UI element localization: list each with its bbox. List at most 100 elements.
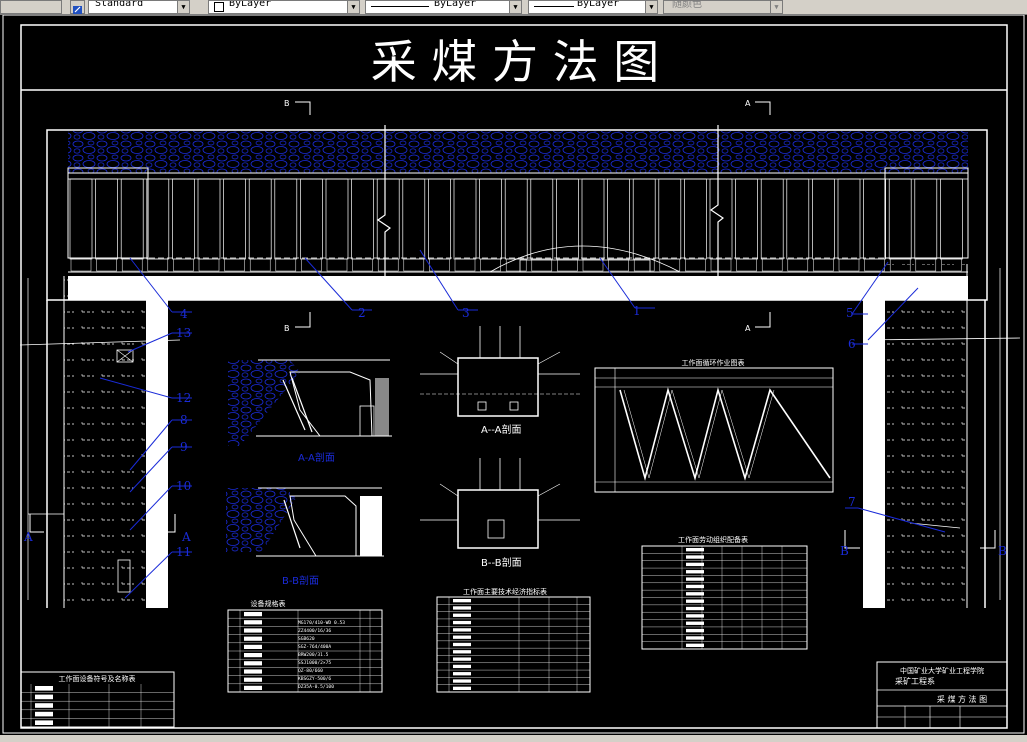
table-cell-text [453, 606, 471, 610]
hydraulic-support [274, 178, 298, 260]
section-b-small-label: B-B剖面 [282, 574, 319, 587]
hydraulic-support [300, 178, 323, 260]
conveyor-strip [68, 276, 968, 300]
table-cell-text [686, 548, 704, 552]
support-base [147, 258, 169, 272]
lineweight-value: ByLayer [577, 0, 620, 9]
hydraulic-support [837, 178, 861, 260]
table-cell-text [686, 584, 704, 589]
labor-table-title: 工作面劳动组织配备表 [678, 535, 748, 544]
support-base [224, 258, 245, 272]
hydraulic-support [632, 178, 656, 260]
drawing-canvas[interactable]: 采 煤 方 法 图 B B A A 1 2 3 4 5 6 7 8 9 10 1… [0, 15, 1027, 735]
callout-9: 9 [180, 440, 188, 454]
support-row [69, 178, 963, 272]
layer-color-dropdown[interactable]: ByLayer ▼ [208, 0, 360, 14]
hydraulic-support [479, 178, 502, 260]
table-cell-text [453, 664, 471, 669]
line-sample [534, 6, 574, 7]
table-cell-text [686, 614, 704, 618]
support-base [198, 258, 220, 272]
callout-6: 6 [848, 337, 856, 351]
chevron-down-icon: ▼ [645, 1, 657, 13]
callout-2: 2 [358, 306, 366, 320]
table-cell-text [453, 628, 471, 632]
equipment-table-title: 设备规格表 [251, 599, 286, 608]
support-base [813, 258, 834, 272]
title-block-drawing-name: 采 煤 方 法 图 [937, 694, 987, 704]
hydraulic-support [172, 178, 195, 260]
table-cell-text [244, 644, 262, 649]
support-base [377, 258, 399, 272]
table-cell-text [244, 677, 262, 682]
hydraulic-support [786, 178, 810, 260]
table-cell-text [453, 679, 471, 683]
marker-b-bottom-left: B [284, 324, 290, 333]
hydraulic-support [223, 178, 246, 260]
support-base [659, 258, 681, 272]
table-cell-text [453, 672, 471, 676]
hydraulic-support [325, 178, 349, 260]
right-roadway [862, 264, 1021, 608]
table-cell-text [244, 669, 262, 674]
end-support-right [884, 167, 969, 259]
section-letter-b-left: B [840, 544, 849, 558]
hydraulic-support [914, 178, 938, 260]
table-cell-text [453, 686, 471, 690]
title-block: 中国矿业大学矿业工程学院 采矿工程系 采 煤 方 法 图 [876, 661, 1008, 729]
support-base [838, 258, 860, 272]
end-support-left [67, 167, 149, 259]
title-block-dept: 采矿工程系 [895, 676, 935, 686]
hydraulic-support [248, 178, 272, 260]
plot-style-dropdown[interactable]: 随颜色 ▼ [663, 0, 783, 14]
linetype-dropdown[interactable]: ByLayer ▼ [365, 0, 522, 14]
table-cell-text [244, 612, 262, 617]
callout-13: 13 [176, 326, 191, 340]
support-base [761, 258, 783, 272]
hydraulic-support [760, 178, 784, 260]
chevron-down-icon: ▼ [509, 1, 521, 13]
callout-12: 12 [176, 391, 191, 405]
support-base [582, 258, 604, 272]
section-letter-a-right: A [181, 530, 191, 544]
roadway-section-bb [420, 458, 580, 549]
table-cell-text [244, 685, 262, 690]
roadway-section-aa [420, 326, 580, 417]
support-base [173, 258, 194, 272]
table-cell-text [686, 562, 704, 567]
table-cell-text [244, 628, 262, 633]
support-base [864, 258, 885, 272]
table-cell-text [686, 577, 704, 581]
equipment-model: SGZ-764/400A [298, 644, 331, 650]
table-cell-text [686, 606, 704, 611]
table-cell-text [453, 657, 471, 661]
hydraulic-support [376, 178, 400, 260]
text-style-icon[interactable] [70, 0, 85, 14]
equipment-model: SGB620 [298, 636, 315, 642]
marker-a-top-right: A [745, 99, 751, 108]
support-base [685, 258, 706, 272]
equipment-models: MG170/410-WD 0.53 ZZ4400/16/36 SGB620 SG… [298, 620, 345, 690]
equipment-model: KBSGZY-500/6 [298, 676, 331, 682]
support-base [249, 258, 271, 272]
color-value: ByLayer [229, 0, 272, 9]
title-block-school: 中国矿业大学矿业工程学院 [900, 666, 984, 675]
toolbar-left-control[interactable] [0, 0, 62, 14]
text-style-dropdown[interactable]: Standard ▼ [88, 0, 190, 14]
hydraulic-support [402, 178, 426, 260]
section-letter-a-left: A [23, 530, 33, 544]
hydraulic-support [95, 178, 118, 260]
lineweight-dropdown[interactable]: ByLayer ▼ [528, 0, 658, 14]
property-toolbar: Standard ▼ ByLayer ▼ ByLayer ▼ ByLayer ▼… [0, 0, 1027, 15]
table-cell-text [686, 643, 704, 647]
support-base [454, 258, 476, 272]
table-cell-text [686, 570, 704, 574]
support-base [480, 258, 501, 272]
hydraulic-support [940, 178, 963, 260]
equipment-model: QZ-80/660 [298, 668, 323, 674]
cycle-chart: 工作面循环作业图表 [594, 358, 834, 493]
table-cell-text [686, 555, 704, 559]
text-style-value: Standard [95, 0, 144, 9]
hydraulic-support [428, 178, 451, 260]
equipment-model: BRW200/31.5 [298, 652, 329, 658]
